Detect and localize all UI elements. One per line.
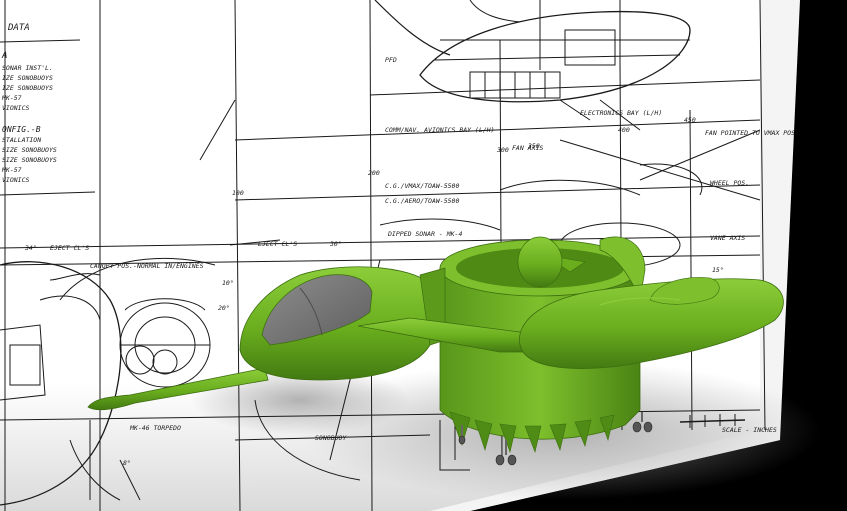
angle-20: 20° xyxy=(218,304,230,312)
data-a-line1: SONAR INST'L. xyxy=(2,64,53,72)
num-400: 400 xyxy=(618,126,630,134)
data-b-line3: SIZE SONOBUOYS xyxy=(2,156,57,164)
data-a-line4: MK-57 xyxy=(1,94,22,102)
label-vane-axis: VANE AXIS xyxy=(710,234,745,242)
data-b-line2: SIZE SONOBUOYS xyxy=(2,146,57,154)
fan-hub xyxy=(517,236,563,288)
label-cg-vmax: C.G./VMAX/TOAW-5500 xyxy=(385,182,459,190)
label-eject-center: EJECT CL'S xyxy=(258,240,297,248)
angle-34: 34° xyxy=(24,244,37,252)
label-scale: SCALE - INCHES xyxy=(722,426,777,434)
label-dipped-sonar: DIPPED SONAR - MK-4 xyxy=(387,230,462,238)
scene-svg: DATA A SONAR INST'L. IZE SONOBUOYS IZE S… xyxy=(0,0,847,511)
label-fan-pointed: FAN POINTED TO VMAX POS. xyxy=(705,129,799,137)
num-450: 450 xyxy=(684,116,696,124)
num-200: 200 xyxy=(368,169,380,177)
data-heading: DATA xyxy=(7,23,30,33)
label-comm-avionics: COMM/NAV. AVIONICS BAY (L/H) xyxy=(385,126,495,134)
data-b-title: ONFIG.-B xyxy=(2,125,41,134)
angle-15: 15° xyxy=(712,266,724,274)
blueprint-scene: DATA A SONAR INST'L. IZE SONOBUOYS IZE S… xyxy=(0,0,847,511)
data-a-line5: VIONICS xyxy=(2,104,29,112)
data-a-line3: IZE SONOBUOYS xyxy=(2,84,53,92)
data-b-line1: STALLATION xyxy=(2,136,41,144)
label-wheel-pos: WHEEL POS. xyxy=(710,179,749,187)
num-300: 300 xyxy=(496,146,509,154)
label-eject-left: EJECT CL'S xyxy=(50,244,89,252)
label-mk46: MK-46 TORPEDO xyxy=(129,424,181,432)
label-elec-bay: ELECTRONICS BAY (L/H) xyxy=(580,109,662,117)
data-b-line4: MK-57 xyxy=(1,166,22,174)
num-350: 350 xyxy=(527,142,540,150)
data-b-line5: VIONICS xyxy=(2,176,29,184)
angle-30: 30° xyxy=(329,240,342,248)
label-cg-aero: C.G./AERO/TOAW-5500 xyxy=(385,197,459,205)
label-sonobuoy: SONOBUOY xyxy=(315,434,347,442)
num-100: 100 xyxy=(232,189,244,197)
angle-10: 10° xyxy=(222,279,234,287)
label-canopy-pos: CANOPY POS.-NORMAL IN/ENGINES xyxy=(90,262,204,270)
angle-8: 8° xyxy=(123,459,131,467)
data-a-title: A xyxy=(1,51,7,61)
label-pfd: PFD xyxy=(385,56,397,64)
data-a-line2: IZE SONOBUOYS xyxy=(2,74,53,82)
